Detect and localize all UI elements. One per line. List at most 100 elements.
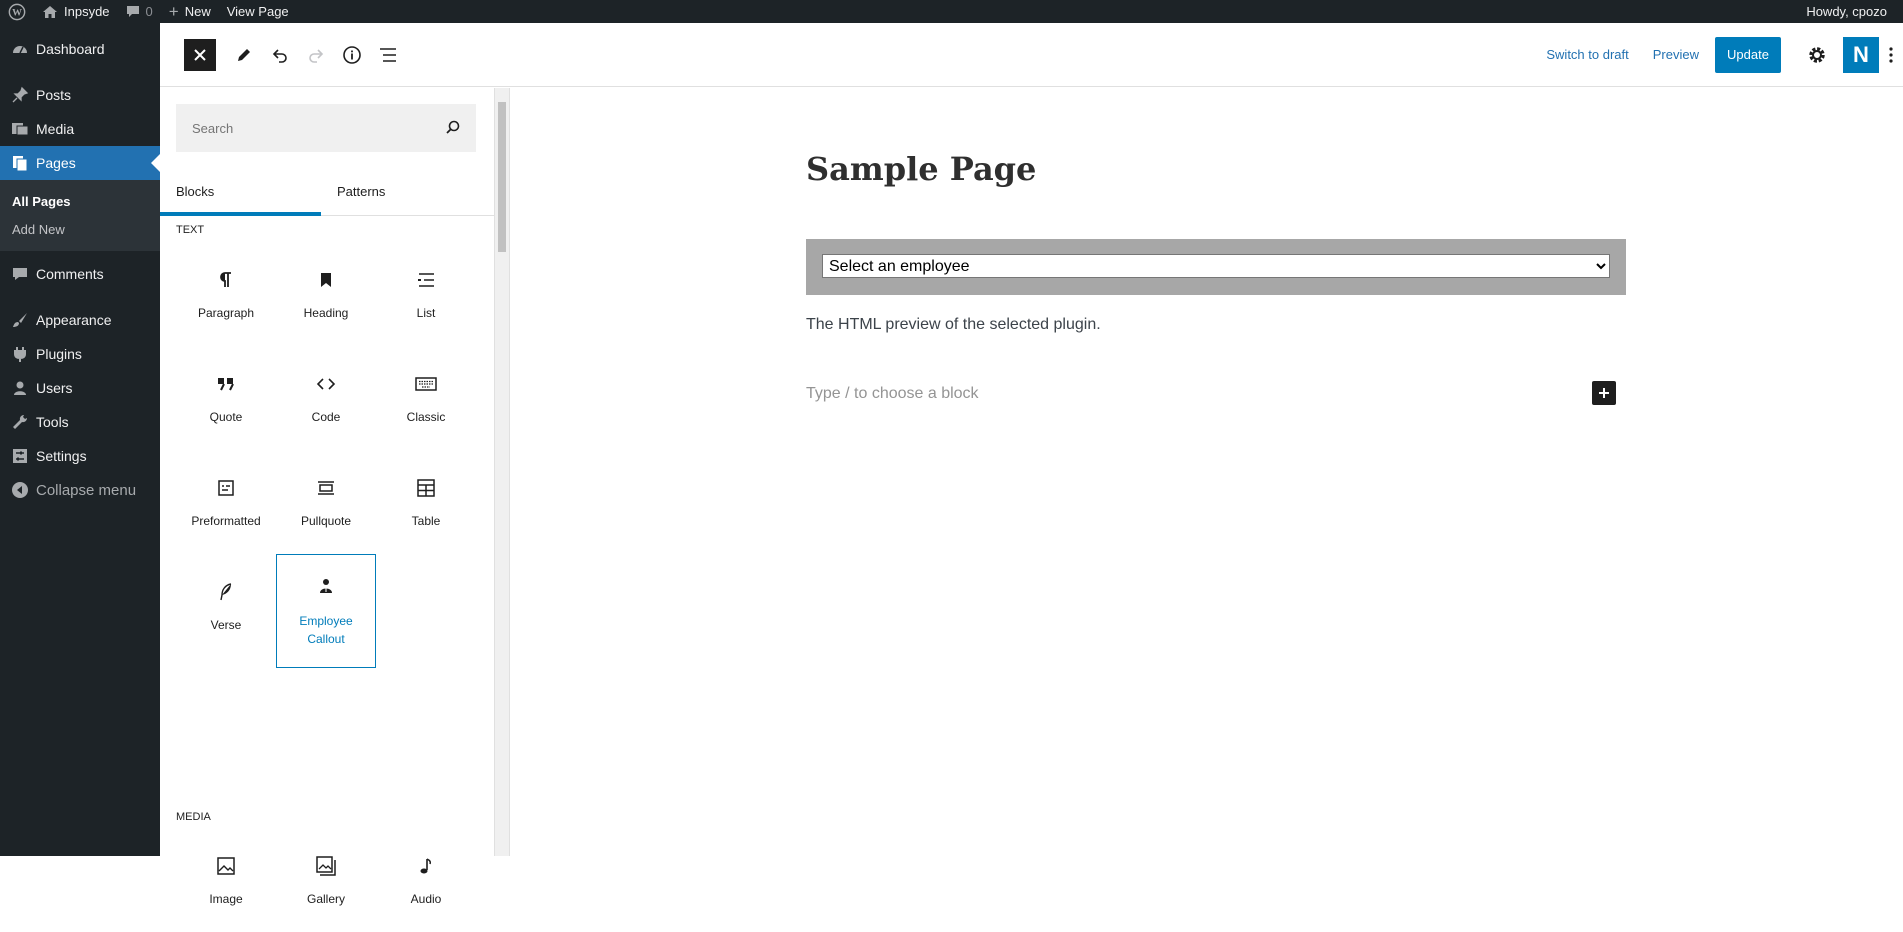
site-name-link[interactable]: Inpsyde: [34, 0, 118, 23]
preview-paragraph[interactable]: The HTML preview of the selected plugin.: [806, 316, 1101, 334]
menu-label-pages: Pages: [36, 155, 76, 171]
menu-label-appearance: Appearance: [36, 312, 112, 328]
block-code[interactable]: Code: [276, 346, 376, 450]
block-quote[interactable]: Quote: [176, 346, 276, 450]
block-table[interactable]: Table: [376, 450, 476, 554]
employee-select[interactable]: Select an employee: [822, 254, 1610, 278]
collapse-menu-button[interactable]: Collapse menu: [0, 473, 160, 507]
pages-submenu: All Pages Add New: [0, 180, 160, 251]
menu-item-media[interactable]: Media: [0, 112, 160, 146]
block-verse[interactable]: Verse: [176, 554, 276, 658]
block-appender-placeholder[interactable]: Type / to choose a block: [806, 385, 979, 403]
person-icon: [318, 574, 334, 598]
image-icon: [217, 854, 235, 878]
block-label: Employee Callout: [299, 614, 353, 646]
keyboard-icon: [415, 372, 437, 396]
undo-button[interactable]: [262, 37, 298, 73]
block-image[interactable]: Image: [176, 828, 276, 932]
tab-blocks[interactable]: Blocks: [160, 168, 321, 216]
block-pullquote[interactable]: Pullquote: [276, 450, 376, 554]
pages-icon: [10, 153, 30, 173]
block-audio[interactable]: Audio: [376, 828, 476, 932]
block-label: Code: [311, 410, 341, 424]
wordpress-logo[interactable]: W: [0, 0, 34, 23]
table-icon: [417, 476, 435, 500]
menu-item-comments[interactable]: Comments: [0, 257, 160, 291]
close-inserter-button[interactable]: [184, 38, 216, 71]
block-classic[interactable]: Classic: [376, 346, 476, 450]
block-list[interactable]: List: [376, 242, 476, 346]
block-inserter-panel: Search Blocks Patterns TEXT Paragraph He…: [160, 88, 510, 906]
options-button[interactable]: [1879, 37, 1903, 73]
close-icon: [194, 48, 206, 61]
menu-item-users[interactable]: Users: [0, 371, 160, 405]
update-button[interactable]: Update: [1715, 36, 1781, 73]
view-page-link[interactable]: View Page: [219, 0, 297, 23]
inserter-scrollbar[interactable]: [494, 88, 509, 856]
preformatted-icon: [218, 476, 234, 500]
plugin-logo-button[interactable]: N: [1843, 36, 1879, 73]
menu-label-media: Media: [36, 121, 75, 137]
block-label: Verse: [210, 618, 242, 632]
menu-item-settings[interactable]: Settings: [0, 439, 160, 473]
wrench-icon: [10, 412, 30, 432]
pencil-icon: [238, 48, 250, 61]
menu-label-plugins: Plugins: [36, 346, 82, 362]
add-block-button[interactable]: [1592, 381, 1616, 405]
block-gallery[interactable]: Gallery: [276, 828, 376, 932]
submenu-add-new[interactable]: Add New: [0, 215, 160, 243]
menu-item-dashboard[interactable]: Dashboard: [0, 32, 160, 66]
site-name: Inpsyde: [64, 4, 110, 19]
editor-canvas: Sample Page Select an employee The HTML …: [511, 88, 1903, 856]
tab-patterns[interactable]: Patterns: [321, 168, 482, 215]
wordpress-icon: W: [8, 3, 26, 20]
new-content-link[interactable]: + New: [161, 0, 219, 23]
preview-button[interactable]: Preview: [1645, 47, 1707, 62]
media-blocks-grid: Image Gallery Audio: [176, 828, 476, 932]
view-page-label: View Page: [226, 4, 289, 19]
block-label: Pullquote: [300, 514, 352, 528]
menu-item-appearance[interactable]: Appearance: [0, 303, 160, 337]
page-title[interactable]: Sample Page: [806, 150, 1036, 188]
employee-callout-block[interactable]: Select an employee: [806, 239, 1626, 295]
menu-label-settings: Settings: [36, 448, 87, 464]
block-label: Quote: [209, 410, 243, 424]
menu-item-plugins[interactable]: Plugins: [0, 337, 160, 371]
comments-count: 0: [145, 4, 153, 19]
block-employee-callout[interactable]: Employee Callout: [276, 554, 376, 668]
scrollbar-thumb[interactable]: [498, 102, 506, 252]
menu-label-posts: Posts: [36, 87, 72, 103]
block-label: Audio: [410, 892, 442, 906]
menu-item-tools[interactable]: Tools: [0, 405, 160, 439]
block-preformatted[interactable]: Preformatted: [176, 450, 276, 554]
switch-to-draft-button[interactable]: Switch to draft: [1538, 47, 1636, 62]
heading-icon: [320, 268, 332, 292]
block-label: Heading: [303, 306, 349, 320]
admin-menu: Dashboard Posts Media Pages All Pages Ad…: [0, 23, 160, 856]
block-label: Classic: [406, 410, 446, 424]
submenu-all-pages[interactable]: All Pages: [0, 187, 160, 215]
more-vertical-icon: [1889, 46, 1893, 63]
block-search-input[interactable]: Search: [176, 104, 476, 152]
menu-item-pages[interactable]: Pages: [0, 146, 160, 180]
comments-link[interactable]: 0: [118, 0, 161, 23]
menu-label-comments: Comments: [36, 266, 104, 282]
inserter-tabs: Blocks Patterns: [160, 168, 495, 216]
home-icon: [43, 5, 57, 18]
menu-item-posts[interactable]: Posts: [0, 78, 160, 112]
code-icon: [316, 372, 336, 396]
settings-button[interactable]: [1799, 37, 1835, 73]
paintbrush-icon: [10, 310, 30, 330]
redo-button[interactable]: [298, 37, 334, 73]
block-label: Table: [411, 514, 441, 528]
list-view-button[interactable]: [370, 37, 406, 73]
list-icon: [416, 268, 436, 292]
list-view-icon: [380, 47, 396, 62]
my-account-link[interactable]: Howdy, cpozo: [1798, 0, 1903, 23]
paragraph-icon: [219, 268, 233, 292]
tools-button[interactable]: [226, 37, 262, 73]
block-paragraph[interactable]: Paragraph: [176, 242, 276, 346]
details-button[interactable]: [334, 37, 370, 73]
svg-text:W: W: [12, 7, 22, 18]
block-heading[interactable]: Heading: [276, 242, 376, 346]
